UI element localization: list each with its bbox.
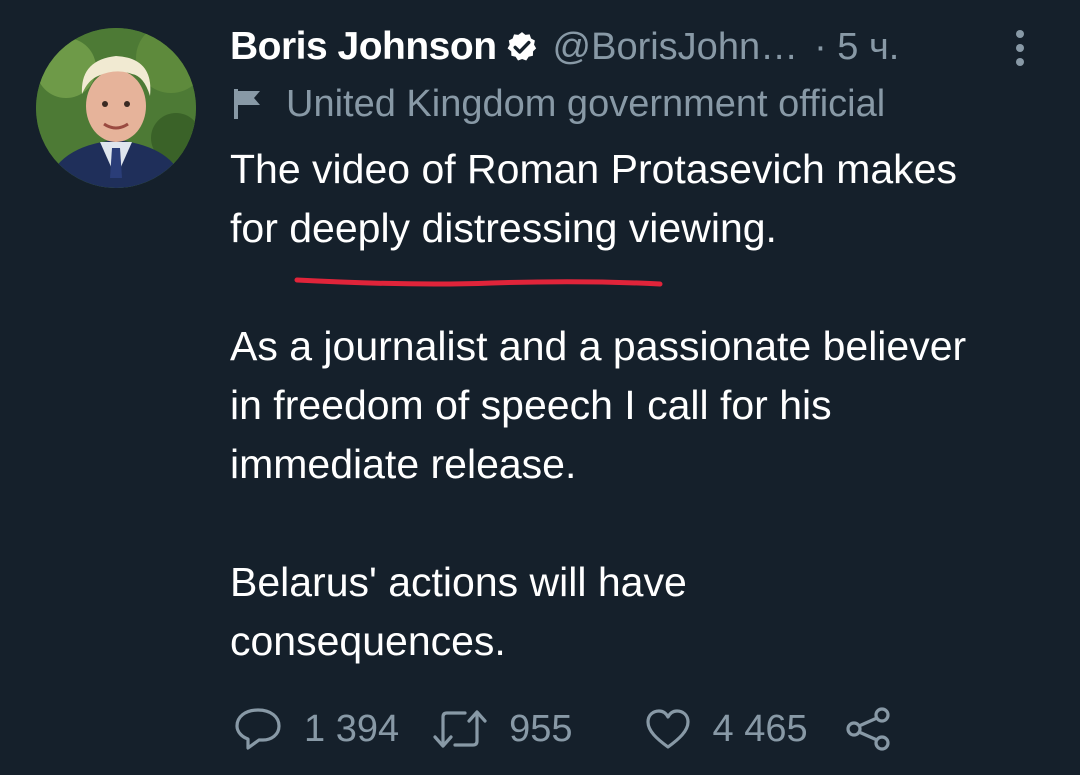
tweet-card[interactable]: Boris Johnson @BorisJohn… · 5 ч. United … [0,0,1080,775]
retweet-button[interactable]: 955 [433,707,573,751]
share-icon [845,707,890,751]
author-handle[interactable]: @BorisJohn… [553,26,799,69]
author-name[interactable]: Boris Johnson [230,25,497,69]
like-button[interactable]: 4 465 [645,708,808,751]
tweet-paragraph-2: As a journalist and a passionate believe… [230,323,967,487]
retweet-count: 955 [509,707,573,750]
reply-button[interactable]: 1 394 [234,707,399,751]
red-underline-annotation [294,277,663,287]
flag-icon [234,89,260,119]
tweet-text: The video of Roman Protasevich makes for… [230,140,1050,730]
verified-badge-icon [507,32,536,61]
reply-icon [235,708,281,750]
more-options-icon[interactable] [1008,28,1032,68]
tweet-paragraph-3: Belarus' actions will have consequences. [230,559,687,664]
share-button[interactable] [844,706,892,752]
tweet-time[interactable]: · 5 ч. [814,26,899,69]
retweet-icon [433,710,487,748]
government-label[interactable]: United Kingdom government official [232,80,885,128]
like-icon [645,709,690,749]
label-text: United Kingdom government official [286,82,886,125]
like-count: 4 465 [712,707,808,750]
reply-count: 1 394 [304,707,400,750]
tweet-actions: 1 394 955 4 465 [234,700,892,758]
tweet-paragraph-1: The video of Roman Protasevich makes for… [230,146,957,251]
avatar[interactable] [36,28,196,188]
tweet-header: Boris Johnson @BorisJohn… · 5 ч. [230,22,899,72]
